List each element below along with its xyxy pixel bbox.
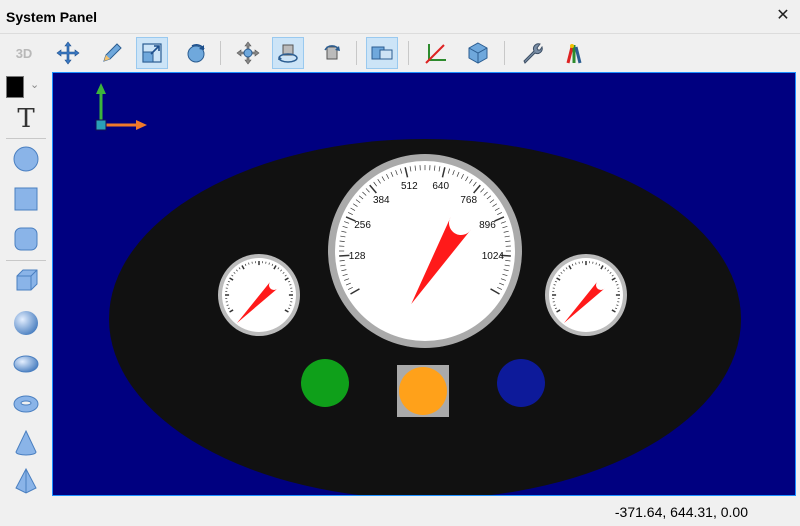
cursor-coordinates: -371.64, 644.31, 0.00 [614, 504, 748, 520]
settings-button[interactable] [516, 37, 548, 69]
gauge-tick-label: 640 [432, 181, 449, 192]
cone-tool-button[interactable] [9, 426, 43, 460]
toolbar-separator [504, 41, 505, 65]
sphere-tool-button[interactable] [9, 306, 43, 340]
gauge-tick-label: 512 [401, 181, 418, 192]
palette-button[interactable] [558, 37, 590, 69]
gauge-tick-label: 256 [354, 220, 371, 231]
rectangle-tool-button[interactable] [9, 182, 43, 216]
toolbar: 3D [0, 35, 800, 71]
palette-icon [566, 44, 582, 64]
toolbar-separator [408, 41, 409, 65]
window-title: System Panel [6, 9, 98, 25]
pan-button[interactable] [232, 37, 264, 69]
view-3d-button[interactable]: 3D [8, 37, 40, 69]
axis-gizmo-icon [95, 83, 147, 131]
gauge-tick-label: 128 [349, 251, 366, 262]
orbit-icon [278, 44, 298, 63]
view-rotate-icon [324, 45, 340, 60]
gauge-tick-label: 896 [479, 220, 496, 231]
cube-tool-icon [16, 269, 38, 291]
move-button[interactable] [52, 37, 84, 69]
status-bar: -371.64, 644.31, 0.00 [0, 497, 800, 526]
move-icon [56, 41, 80, 65]
close-icon[interactable]: ✕ [774, 7, 792, 25]
orbit-button[interactable] [272, 37, 304, 69]
canvas-drawing: 128 256 384 512 640 768 896 1024 [95, 83, 741, 495]
text-tool-icon: T [17, 104, 35, 134]
circle-tool-button[interactable] [9, 142, 43, 176]
circle-tool-icon [13, 146, 39, 172]
edit-button[interactable] [96, 37, 128, 69]
frame-button[interactable] [366, 37, 398, 69]
gauge-tick-label: 384 [373, 195, 390, 206]
chevron-down-icon[interactable]: ⌄ [30, 78, 39, 91]
axes-icon [425, 44, 446, 64]
title-bar: System Panel ✕ [0, 0, 800, 34]
axes-button[interactable] [420, 37, 452, 69]
toolbar-separator [356, 41, 357, 65]
design-canvas[interactable]: 128 256 384 512 640 768 896 1024 [52, 72, 796, 496]
frame-icon [371, 46, 393, 60]
rotate-button[interactable] [180, 37, 212, 69]
rotate-icon [187, 44, 205, 63]
ellipsoid-tool-icon [13, 355, 39, 373]
cone-tool-icon [15, 429, 37, 456]
pyramid-tool-icon [15, 467, 37, 494]
tool-palette: ⌄ T [0, 72, 52, 496]
gauge-tick-label: 768 [460, 195, 477, 206]
sphere-tool-icon [14, 311, 38, 335]
toolbar-separator [220, 41, 221, 65]
solid-button[interactable] [462, 37, 494, 69]
rounded-rect-tool-button[interactable] [9, 222, 43, 256]
pyramid-tool-button[interactable] [9, 464, 43, 498]
gauge-tick-label: 1024 [482, 251, 505, 262]
orange-indicator-light [399, 367, 447, 415]
rectangle-tool-icon [14, 187, 38, 211]
main-gauge: 128 256 384 512 640 768 896 1024 [328, 154, 522, 348]
torus-tool-icon [13, 395, 39, 413]
wrench-icon [523, 43, 543, 64]
tool-separator [6, 138, 46, 139]
green-indicator-light [301, 359, 349, 407]
ellipsoid-tool-button[interactable] [9, 346, 43, 380]
left-small-gauge [218, 254, 300, 336]
edit-icon [103, 43, 122, 62]
torus-tool-button[interactable] [9, 386, 43, 420]
scale-button[interactable] [136, 37, 168, 69]
blue-indicator-light [497, 359, 545, 407]
text-tool-button[interactable]: T [9, 102, 43, 136]
color-swatch[interactable] [6, 76, 24, 98]
rounded-rect-tool-icon [14, 227, 38, 251]
scale-icon [142, 43, 162, 63]
cube-tool-button[interactable] [9, 264, 43, 298]
tool-separator [6, 260, 46, 261]
pan-icon [236, 41, 260, 65]
view-rotate-button[interactable] [316, 37, 348, 69]
solid-icon [468, 42, 488, 64]
right-small-gauge [545, 254, 627, 336]
